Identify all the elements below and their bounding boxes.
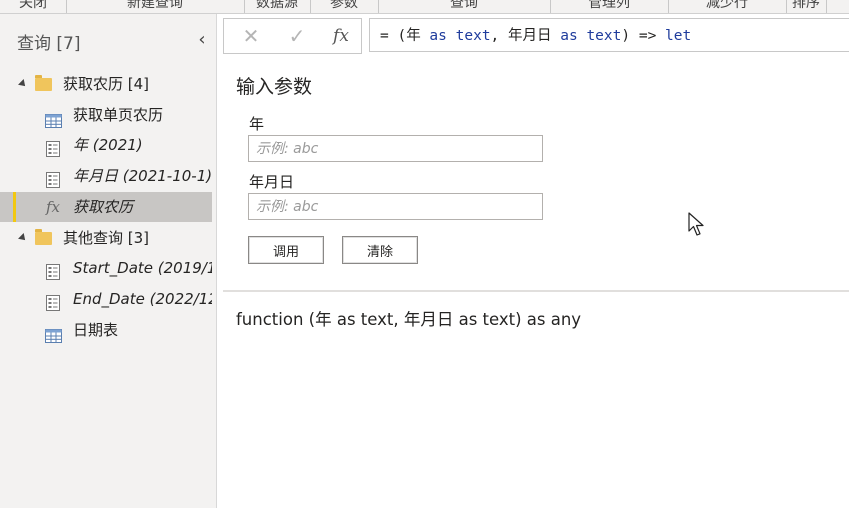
ribbon-group-strip: 关闭 新建查询 数据源 参数 查询 管理列 减少行 排序: [0, 0, 849, 14]
query-item-label: 日期表: [73, 320, 119, 339]
folder-icon: [35, 75, 52, 91]
formula-bar-buttons: ✕ ✓ fx: [223, 18, 362, 54]
formula-token: ) =>: [621, 28, 666, 44]
query-item-label: 年月日 (2021-10-1): [73, 167, 212, 186]
parameter-icon: [46, 260, 60, 281]
close-icon: ✕: [242, 24, 260, 48]
collapse-pane-button[interactable]: ‹: [192, 29, 212, 51]
ribbon-group-label: 排序: [786, 0, 827, 13]
query-item-label: 年 (2021): [73, 136, 143, 155]
expand-triangle-icon[interactable]: [18, 79, 28, 89]
formula-token: as: [560, 28, 578, 44]
query-item[interactable]: Start_Date (2019/1...: [0, 253, 212, 283]
query-item-label: 获取单页农历: [73, 105, 164, 124]
formula-token: = (年: [380, 28, 430, 44]
ribbon-group-label: 数据源: [244, 0, 311, 13]
formula-token: text: [455, 28, 491, 44]
parameter-icon: [46, 168, 60, 189]
query-group-folder[interactable]: 获取农历 [4]: [0, 69, 212, 99]
chevron-left-icon: ‹: [198, 29, 206, 50]
function-icon: fx: [46, 197, 61, 216]
queries-pane-title: 查询 [7]: [17, 34, 81, 54]
table-icon: [45, 108, 62, 128]
formula-input[interactable]: = (年 as text, 年月日 as text) => let: [369, 18, 849, 52]
section-divider: [223, 290, 849, 292]
insert-function-button[interactable]: fx: [324, 19, 358, 53]
query-item[interactable]: 年 (2021): [0, 130, 212, 160]
ribbon-group-label: 查询: [378, 0, 551, 13]
query-item-label: Start_Date (2019/1...: [73, 259, 212, 278]
query-item[interactable]: End_Date (2022/12...: [0, 284, 212, 314]
ribbon-group-label: 新建查询: [66, 0, 245, 13]
formula-token: [447, 28, 456, 44]
param-input-date[interactable]: [248, 193, 543, 220]
table-icon: [45, 323, 62, 343]
param-label-date: 年月日: [249, 173, 295, 191]
commit-formula-button[interactable]: ✓: [280, 19, 314, 53]
fx-icon: fx: [333, 26, 349, 46]
query-item[interactable]: 年月日 (2021-10-1): [0, 161, 212, 191]
queries-pane: 查询 [7] ‹ 获取农历 [4] 获取单页农历年 (2021) 年月日 (2021…: [0, 14, 217, 508]
function-signature: function (年 as text, 年月日 as text) as any: [236, 310, 582, 329]
ribbon-group-label: 参数: [310, 0, 379, 13]
formula-token: , 年月日: [490, 28, 561, 44]
query-item[interactable]: 日期表: [0, 315, 212, 345]
formula-token: text: [586, 28, 622, 44]
formula-token: let: [665, 28, 692, 44]
folder-icon: [35, 228, 52, 245]
query-group-folder[interactable]: 其他查询 [3]: [0, 223, 212, 253]
query-group-label: 其他查询 [3]: [63, 228, 150, 247]
ribbon-group-label: 减少行: [668, 0, 787, 13]
cancel-formula-button[interactable]: ✕: [234, 19, 268, 53]
mouse-pointer-icon: [688, 212, 704, 236]
query-item-label: 获取农历: [73, 197, 134, 216]
query-item-label: End_Date (2022/12...: [73, 289, 212, 308]
ribbon-group-label: 关闭: [0, 0, 67, 13]
clear-button[interactable]: 清除: [342, 236, 418, 264]
parameter-icon: [46, 137, 60, 158]
query-item[interactable]: fx 获取农历: [0, 191, 212, 222]
check-icon: ✓: [288, 24, 306, 48]
invoke-button[interactable]: 调用: [248, 236, 324, 264]
expand-triangle-icon[interactable]: [18, 232, 28, 243]
formula-token: as: [429, 28, 447, 44]
query-group-label: 获取农历 [4]: [63, 75, 150, 93]
ribbon-group-label: 管理列: [550, 0, 669, 13]
param-label-year: 年: [249, 115, 265, 133]
parameter-icon: [46, 291, 60, 311]
param-input-year[interactable]: [248, 135, 543, 162]
parameters-title: 输入参数: [236, 76, 313, 98]
query-item[interactable]: 获取单页农历: [0, 100, 212, 130]
